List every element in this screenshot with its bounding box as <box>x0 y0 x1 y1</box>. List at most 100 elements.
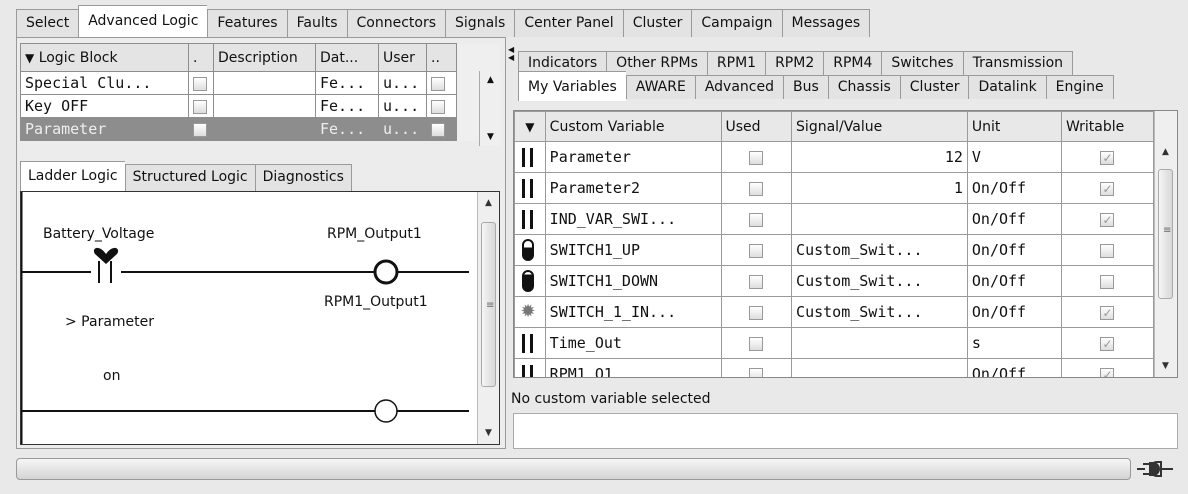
scroll-down-arrow-icon[interactable]: ▼ <box>478 424 499 442</box>
scroll-thumb[interactable]: ≡ <box>481 222 496 387</box>
table-row[interactable]: Time_Out s <box>514 327 1155 359</box>
enabled-checkbox[interactable] <box>188 94 214 118</box>
ladder-diagram[interactable]: Battery_Voltage RPM_Output1 RPM1_Output1… <box>20 191 500 445</box>
connection-plug-icon[interactable] <box>1137 460 1173 478</box>
tab-select[interactable]: Select <box>16 9 79 37</box>
option-checkbox[interactable] <box>426 94 457 118</box>
description-cell <box>213 117 316 141</box>
table-row[interactable]: Parameter 12 V <box>514 141 1155 173</box>
scroll-up-arrow-icon[interactable]: ▲ <box>1155 143 1176 161</box>
user-cell: u... <box>378 117 427 141</box>
signal-value <box>791 327 968 359</box>
signal-value: Custom_Swit... <box>791 296 968 328</box>
table-row[interactable]: Parameter2 1 On/Off <box>514 172 1155 204</box>
ladder-scrollbar[interactable]: ▲ ≡ ▼ <box>477 192 499 444</box>
tab-my-variables[interactable]: My Variables <box>518 71 626 101</box>
tab-diagnostics[interactable]: Diagnostics <box>254 164 352 191</box>
variable-detail-box[interactable] <box>513 413 1178 449</box>
description-cell <box>213 94 316 118</box>
scroll-down-arrow-icon[interactable]: ▼ <box>1155 357 1176 375</box>
variables-scrollbar[interactable]: ▲ ≡ ▼ <box>1154 111 1177 377</box>
table-row[interactable]: Key OFF Fe... u... <box>20 94 501 118</box>
used-checkbox[interactable] <box>720 265 793 297</box>
tab-advanced-logic[interactable]: Advanced Logic <box>78 5 208 37</box>
scroll-thumb[interactable]: ≡ <box>1158 169 1173 299</box>
tab-aware[interactable]: AWARE <box>625 75 695 99</box>
writable-checkbox[interactable] <box>1060 172 1155 204</box>
filter-icon[interactable]: ▼︎ <box>25 51 34 65</box>
tab-features[interactable]: Features <box>207 9 287 37</box>
tab-switches[interactable]: Switches <box>881 51 963 75</box>
tab-rpm4[interactable]: RPM4 <box>823 51 882 75</box>
column-header-more[interactable]: .. <box>426 43 457 72</box>
tab-chassis[interactable]: Chassis <box>827 75 900 99</box>
filter-icon[interactable]: ▼︎ <box>514 111 546 142</box>
used-checkbox[interactable] <box>720 172 793 204</box>
grip-icon: ≡ <box>486 300 495 311</box>
writable-checkbox[interactable] <box>1060 265 1155 297</box>
scroll-up-arrow-icon[interactable]: ▲ <box>480 75 501 85</box>
writable-checkbox[interactable] <box>1060 327 1155 359</box>
column-header-signal-value[interactable]: Signal/Value <box>791 111 968 142</box>
tab-signals[interactable]: Signals <box>445 9 515 37</box>
tab-faults[interactable]: Faults <box>286 9 347 37</box>
table-row[interactable]: Special Clu... Fe... u... <box>20 71 501 95</box>
tab-rpm2[interactable]: RPM2 <box>765 51 824 75</box>
column-header-user[interactable]: User <box>378 43 427 72</box>
writable-checkbox[interactable] <box>1060 203 1155 235</box>
table-row[interactable]: SWITCH1_UP Custom_Swit... On/Off <box>514 234 1155 266</box>
column-header-description[interactable]: Description <box>213 43 316 72</box>
tab-cluster-vars[interactable]: Cluster <box>899 75 969 99</box>
custom-variables-table: ▼︎ Custom Variable Used Signal/Value Uni… <box>514 111 1155 377</box>
unit-cell: On/Off <box>966 234 1062 266</box>
tab-cluster[interactable]: Cluster <box>622 9 692 37</box>
used-checkbox[interactable] <box>720 141 793 173</box>
option-checkbox[interactable] <box>426 71 457 95</box>
table-row[interactable]: SWITCH1_DOWN Custom_Swit... On/Off <box>514 265 1155 297</box>
unit-cell: On/Off <box>966 296 1062 328</box>
tab-engine[interactable]: Engine <box>1045 75 1114 99</box>
column-header-writable[interactable]: Writable <box>1060 111 1155 142</box>
writable-checkbox[interactable] <box>1060 141 1155 173</box>
tab-center-panel[interactable]: Center Panel <box>514 9 623 37</box>
used-checkbox[interactable] <box>720 234 793 266</box>
tab-structured-logic[interactable]: Structured Logic <box>124 164 255 191</box>
unit-cell: On/Off <box>966 265 1062 297</box>
writable-checkbox[interactable] <box>1060 358 1155 377</box>
enabled-checkbox[interactable] <box>188 117 214 141</box>
table-row-partial[interactable]: RPM1_O1 On/Off <box>514 358 1155 377</box>
tab-bus[interactable]: Bus <box>783 75 828 99</box>
switch-up-icon <box>514 234 546 266</box>
table-row-selected[interactable]: Parameter Fe... u... <box>20 117 501 141</box>
tab-datalink[interactable]: Datalink <box>968 75 1046 99</box>
used-checkbox[interactable] <box>720 358 793 377</box>
used-checkbox[interactable] <box>720 203 793 235</box>
tab-connectors[interactable]: Connectors <box>346 9 446 37</box>
tab-scroll-left-icon[interactable]: ◀ ◀ <box>508 46 514 62</box>
column-header-dat[interactable]: Dat... <box>315 43 379 72</box>
tab-transmission[interactable]: Transmission <box>962 51 1074 75</box>
option-checkbox[interactable] <box>426 117 457 141</box>
tab-ladder-logic[interactable]: Ladder Logic <box>20 161 125 191</box>
table-row[interactable]: ✹ SWITCH_1_IN... Custom_Swit... On/Off <box>514 296 1155 328</box>
scroll-down-arrow-icon[interactable]: ▼ <box>480 132 501 142</box>
user-cell: u... <box>378 71 427 95</box>
column-header-dot[interactable]: . <box>188 43 214 72</box>
tab-campaign[interactable]: Campaign <box>691 9 782 37</box>
column-header-custom-variable[interactable]: Custom Variable <box>544 111 722 142</box>
writable-checkbox[interactable] <box>1060 296 1155 328</box>
enabled-checkbox[interactable] <box>188 71 214 95</box>
used-checkbox[interactable] <box>720 296 793 328</box>
scroll-up-arrow-icon[interactable]: ▲ <box>478 194 499 212</box>
column-header-logic-block[interactable]: ▼︎ Logic Block <box>20 43 189 72</box>
column-header-used[interactable]: Used <box>720 111 793 142</box>
tab-advanced[interactable]: Advanced <box>694 75 783 99</box>
tab-rpm1[interactable]: RPM1 <box>706 51 766 75</box>
column-header-unit[interactable]: Unit <box>966 111 1062 142</box>
writable-checkbox[interactable] <box>1060 234 1155 266</box>
tab-messages[interactable]: Messages <box>781 9 871 37</box>
unit-cell: On/Off <box>966 358 1062 377</box>
logic-table-scrollbar[interactable]: ▲ ▼ <box>479 71 501 146</box>
used-checkbox[interactable] <box>720 327 793 359</box>
table-row[interactable]: IND_VAR_SWI... On/Off <box>514 203 1155 235</box>
